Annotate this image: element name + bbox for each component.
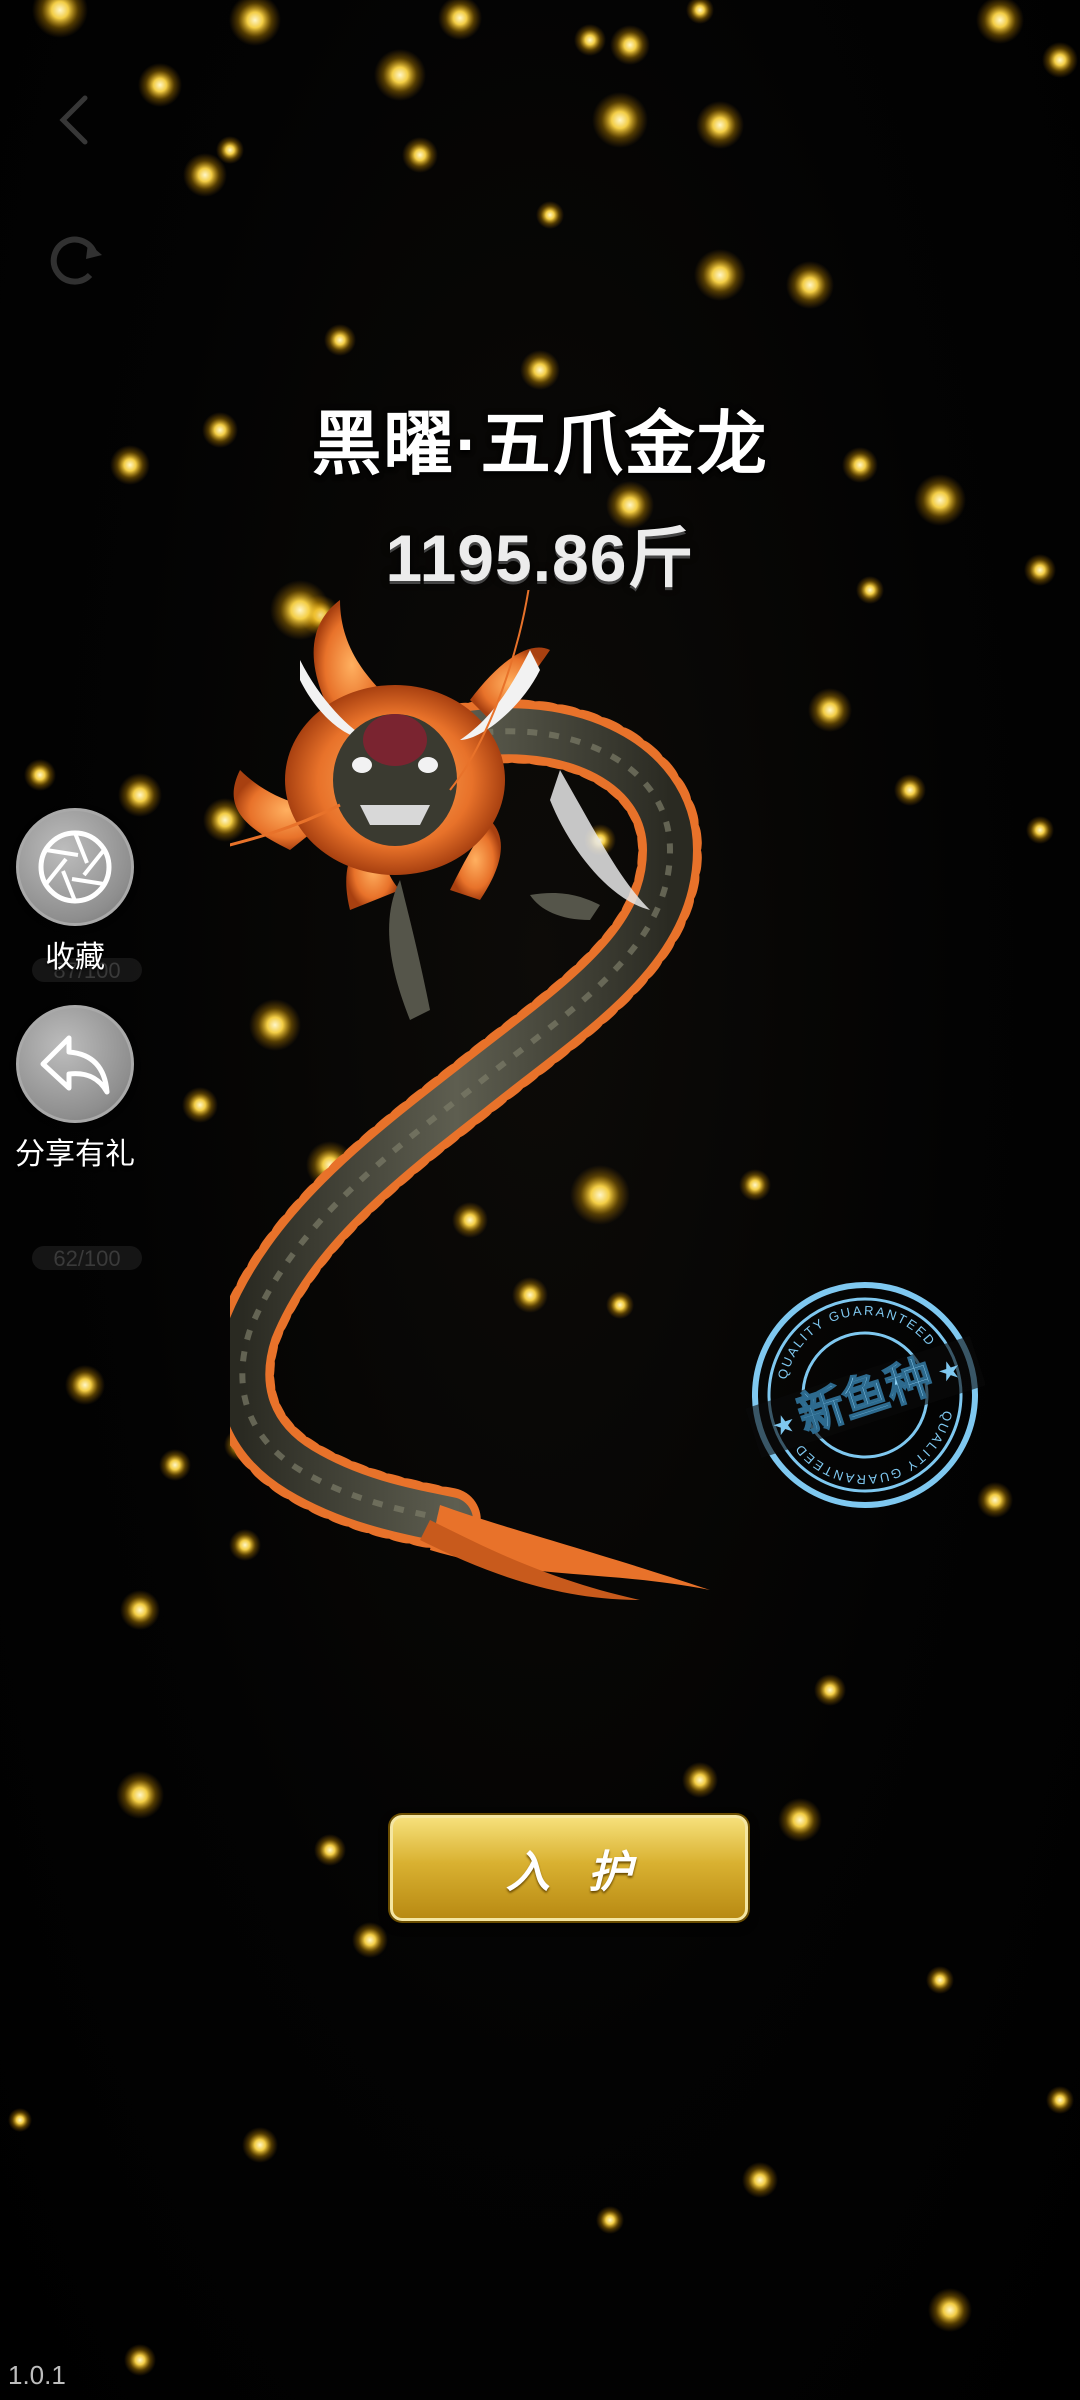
golden-particle	[786, 261, 834, 309]
golden-particle	[116, 1771, 164, 1819]
fish-weight: 1195.86斤	[385, 521, 695, 595]
golden-particle	[574, 24, 606, 56]
fish-name: 黑曜·五爪金龙	[311, 405, 769, 483]
share-circle[interactable]	[16, 1005, 134, 1123]
golden-particle	[402, 137, 438, 173]
back-button[interactable]	[30, 75, 120, 165]
golden-particle	[352, 1922, 388, 1958]
golden-particle	[124, 2344, 156, 2376]
golden-particle	[324, 324, 356, 356]
golden-particle	[120, 1590, 160, 1630]
golden-particle	[694, 249, 746, 301]
golden-particle	[596, 2206, 624, 2234]
golden-particle	[182, 1087, 218, 1123]
golden-particle	[1046, 2086, 1074, 2114]
collect-circle[interactable]	[16, 808, 134, 926]
golden-particle	[183, 153, 227, 197]
version-text: 1.0.1	[8, 2360, 66, 2390]
golden-particle	[314, 1834, 346, 1866]
golden-particle	[138, 63, 182, 107]
golden-particle	[610, 25, 650, 65]
golden-particle	[65, 1365, 105, 1405]
back-arrow-icon	[59, 95, 88, 145]
collect-label: 收藏	[45, 941, 105, 974]
golden-particle	[592, 92, 648, 148]
enter-button-label: 入护	[506, 1848, 670, 1897]
collect-button[interactable]: 收藏	[10, 808, 140, 976]
golden-particle	[159, 1449, 191, 1481]
golden-particle	[928, 2288, 972, 2332]
golden-particle	[374, 49, 426, 101]
golden-particle	[682, 1762, 718, 1798]
golden-particle	[520, 350, 560, 390]
golden-particle	[242, 2127, 278, 2163]
golden-particle	[8, 2108, 32, 2132]
golden-particle	[1026, 816, 1054, 844]
golden-particle	[536, 201, 564, 229]
golden-particle	[438, 0, 482, 40]
game-screen: 黑曜·五爪金龙 1195.86斤 87/100 62/100 收藏 分享有礼 Q…	[0, 0, 1080, 2400]
share-button[interactable]: 分享有礼	[10, 1005, 140, 1173]
golden-particle	[696, 101, 744, 149]
golden-particle	[229, 0, 281, 46]
golden-particle	[778, 1798, 822, 1842]
refresh-button[interactable]	[30, 215, 120, 305]
faded-counter: 62/100	[32, 1246, 142, 1271]
golden-particle	[686, 0, 714, 24]
golden-particle	[24, 759, 56, 791]
enter-button[interactable]: 入护	[390, 1815, 748, 1921]
golden-particle	[1042, 42, 1078, 78]
golden-particle	[742, 2162, 778, 2198]
share-label: 分享有礼	[15, 1138, 135, 1171]
share-arrow-icon	[40, 1035, 110, 1095]
dragon-fish-image	[230, 590, 710, 1600]
golden-particle	[976, 0, 1024, 44]
golden-particle	[926, 1966, 954, 1994]
golden-particle	[894, 774, 926, 806]
new-species-stamp: QUALITY GUARANTEED QUALITY GUARANTEED ★ …	[745, 1280, 985, 1510]
refresh-icon	[50, 236, 102, 285]
camera-shutter-icon	[38, 830, 112, 904]
golden-particle	[32, 0, 88, 38]
